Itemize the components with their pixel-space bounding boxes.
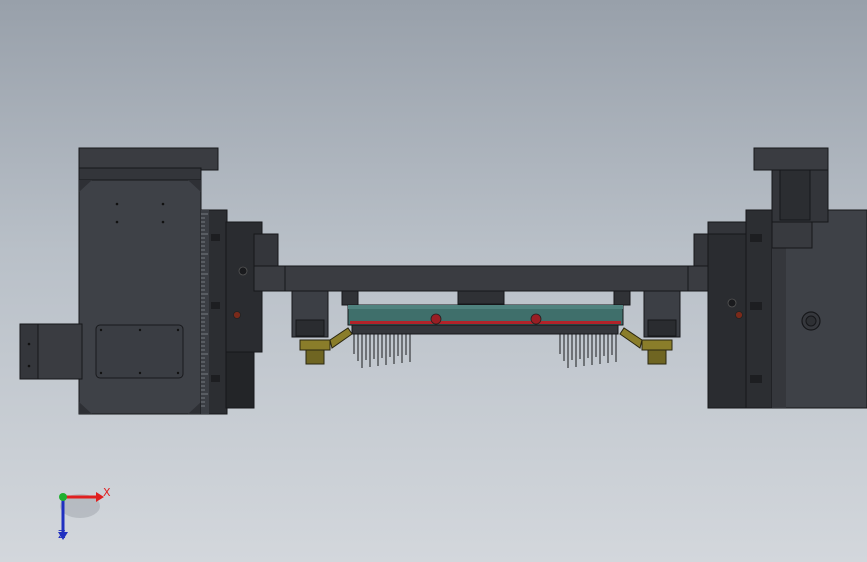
left-brass-nut [305,349,325,365]
screw-icon [161,202,165,206]
right-guide-block [613,290,631,306]
screw-icon [161,220,165,224]
left-guide-block [341,290,359,306]
screw-icon [115,202,119,206]
x-axis-label: X [103,486,111,499]
right-motor-top-notch [779,169,811,221]
gripper-plate-top [348,305,623,309]
gripper-lower-bar [351,324,619,335]
left-brass-arm [329,327,353,349]
screw-icon [176,371,180,375]
cad-viewport[interactable]: X Z [0,0,867,562]
z-axis-label: Z [58,528,66,541]
left-motor-body [78,179,202,415]
origin-dot [59,493,67,501]
cross-beam[interactable] [253,265,721,292]
left-motor-assembly[interactable] [19,147,279,415]
center-gripper-assembly[interactable] [291,290,681,368]
right-brass-arm [619,327,643,349]
left-motor-nameplate [95,324,184,379]
gripper-red-pin [530,313,542,325]
left-motor-top-step [78,167,202,181]
center-cylinder [457,290,505,305]
cross-beam-body [253,265,721,292]
right-actuator-base [647,319,677,337]
left-brass-fitting [299,339,331,351]
bolt-icon [750,375,762,383]
right-plate-hole [727,298,737,308]
bolt-icon [211,234,220,241]
gripper-red-rail [350,321,621,324]
right-mounting-plate-upper [707,221,749,235]
left-plate-hole [238,266,248,276]
cad-model[interactable] [0,0,867,562]
right-motor-assembly[interactable] [693,147,867,409]
bolt-icon [211,302,220,309]
left-junction-box-face [19,323,39,380]
screw-icon [27,364,31,368]
screw-icon [99,328,103,332]
screw-icon [115,220,119,224]
bolt-icon [750,234,762,242]
right-brass-fitting [641,339,673,351]
left-connector-block [253,233,279,267]
right-needle-cluster [559,334,617,368]
left-actuator-base [295,319,325,337]
right-motor-lower-step [771,221,813,249]
screw-icon [27,342,31,346]
screw-icon [138,371,142,375]
right-motor-top-cap [753,147,829,171]
left-plate-pin [233,311,241,319]
left-needle-cluster [353,334,411,368]
screw-icon [99,371,103,375]
left-flange-ruler [201,210,209,414]
left-mounting-plate-lower [225,351,255,409]
right-plate-pin [735,311,743,319]
left-motor-top-cap [78,147,219,171]
screw-icon [138,328,142,332]
gripper-red-pin [430,313,442,325]
right-brass-nut [647,349,667,365]
bolt-icon [211,375,220,382]
bolt-icon [750,302,762,310]
right-motor-shaft-inner [805,315,817,327]
screw-icon [176,328,180,332]
